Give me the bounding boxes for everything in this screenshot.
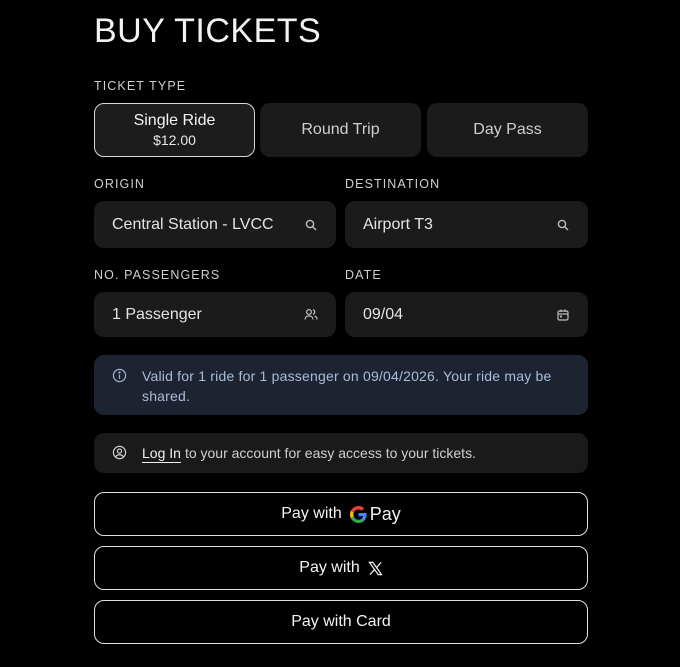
origin-field[interactable]: Central Station - LVCC (94, 201, 336, 248)
ticket-option-round-trip[interactable]: Round Trip (260, 103, 421, 157)
pay-with-google-pay-button[interactable]: Pay with Pay (94, 492, 588, 536)
info-text: Valid for 1 ride for 1 passenger on 09/0… (142, 368, 552, 404)
ticket-option-label: Round Trip (301, 121, 380, 138)
origin-value: Central Station - LVCC (112, 215, 274, 233)
ticket-option-day-pass[interactable]: Day Pass (427, 103, 588, 157)
search-icon[interactable] (556, 218, 570, 232)
date-value: 09/04 (363, 305, 404, 323)
passengers-value: 1 Passenger (112, 305, 202, 323)
date-field[interactable]: 09/04 (345, 292, 588, 337)
google-pay-logo: Pay (349, 503, 401, 525)
destination-value: Airport T3 (363, 215, 433, 233)
passengers-label: NO. PASSENGERS (94, 268, 221, 282)
pay-with-x-button[interactable]: Pay with (94, 546, 588, 590)
x-logo-icon (367, 561, 383, 576)
google-pay-brand: Pay (369, 503, 401, 524)
date-label: DATE (345, 268, 382, 282)
pay-with-card-label: Pay with Card (291, 613, 391, 630)
destination-field[interactable]: Airport T3 (345, 201, 588, 248)
login-link[interactable]: Log In (142, 445, 181, 461)
pay-with-label: Pay with (281, 505, 342, 522)
users-icon (304, 308, 318, 322)
login-banner: Log In to your account for easy access t… (94, 433, 588, 473)
ticket-option-single-ride[interactable]: Single Ride $12.00 (94, 103, 255, 157)
pay-with-card-button[interactable]: Pay with Card (94, 600, 588, 644)
search-icon[interactable] (304, 218, 318, 232)
ticket-option-price: $12.00 (153, 132, 196, 148)
ticket-type-label: TICKET TYPE (94, 79, 187, 93)
info-icon (112, 368, 128, 384)
ticket-option-label: Day Pass (473, 121, 542, 138)
ticket-option-label: Single Ride (133, 112, 216, 129)
user-circle-icon (112, 445, 128, 461)
login-text: to your account for easy access to your … (184, 445, 476, 461)
origin-label: ORIGIN (94, 177, 146, 191)
pay-with-label: Pay with (299, 559, 360, 576)
google-g-icon (349, 505, 367, 523)
page-title: BUY TICKETS (94, 12, 322, 50)
destination-label: DESTINATION (345, 177, 441, 191)
passengers-field[interactable]: 1 Passenger (94, 292, 336, 337)
info-banner: Valid for 1 ride for 1 passenger on 09/0… (94, 355, 588, 415)
calendar-icon (556, 308, 570, 322)
